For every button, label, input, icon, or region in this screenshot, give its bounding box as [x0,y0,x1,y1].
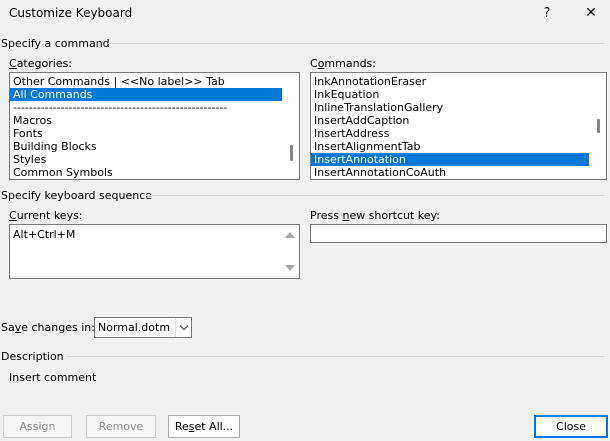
group-divider [146,195,604,196]
commands-label: Commands: [310,57,376,70]
category-item[interactable]: Building Blocks [10,140,282,153]
help-button[interactable]: ? [536,2,558,24]
categories-label: Categories: [9,57,73,70]
categories-scroll-thumb[interactable] [290,145,293,161]
command-item[interactable]: InlineTranslationGallery [311,101,589,114]
keyboard-sequence-group-label: Specify keyboard sequence [1,189,153,202]
description-text: Insert comment [9,371,97,384]
current-key-item[interactable]: Alt+Ctrl+M [13,228,279,241]
command-item[interactable]: InkEquation [311,88,589,101]
command-item[interactable]: InsertAddCaption [311,114,589,127]
category-item[interactable]: Fonts [10,127,282,140]
save-changes-select[interactable]: Normal.dotm [94,317,192,338]
group-divider [66,356,604,357]
command-item[interactable]: InkAnnotationEraser [311,75,589,88]
category-item[interactable]: All Commands [10,88,282,101]
current-keys-label: Current keys: [9,209,83,222]
command-item[interactable]: InsertAnnotation [311,153,589,166]
command-item[interactable]: InsertAlignmentTab [311,140,589,153]
remove-button[interactable]: Remove [86,415,156,438]
category-item[interactable]: Macros [10,114,282,127]
save-changes-value: Normal.dotm [98,321,171,334]
command-item[interactable]: InsertAnnotationCoAuth [311,166,589,179]
group-divider [108,43,604,44]
new-shortcut-label: Press new shortcut key: [310,209,440,222]
commands-scrollbar[interactable] [590,73,606,179]
scroll-up-icon[interactable] [285,232,295,238]
commands-listbox[interactable]: InkAnnotationEraser InkEquation InlineTran… [310,72,607,180]
specify-command-group-label: Specify a command [1,37,110,50]
categories-scrollbar[interactable] [283,73,299,179]
current-keys-listbox[interactable]: Alt+Ctrl+M [9,224,300,279]
command-item[interactable]: InsertAddress [311,127,589,140]
categories-listbox[interactable]: Other Commands | <<No label>> Tab All Com… [9,72,300,180]
category-item[interactable]: Common Symbols [10,166,282,179]
category-item[interactable]: Styles [10,153,282,166]
reset-all-button[interactable]: Re s et All... [168,415,240,438]
description-group-label: Description [1,350,64,363]
commands-scroll-thumb[interactable] [597,119,600,133]
category-item[interactable]: ----------------------------------------… [10,101,282,114]
scroll-down-icon[interactable] [285,265,295,271]
assign-button[interactable]: Assign [3,415,72,438]
close-icon: ✕ [585,5,597,21]
chevron-down-icon[interactable] [175,318,191,337]
category-item[interactable]: Other Commands | <<No label>> Tab [10,75,282,88]
save-changes-label: Save changes in: [1,321,95,334]
close-button[interactable]: Close [534,415,608,438]
help-icon: ? [543,5,551,21]
close-window-button[interactable]: ✕ [580,2,602,24]
new-shortcut-input[interactable] [310,224,607,243]
dialog-title: Customize Keyboard [9,6,133,20]
